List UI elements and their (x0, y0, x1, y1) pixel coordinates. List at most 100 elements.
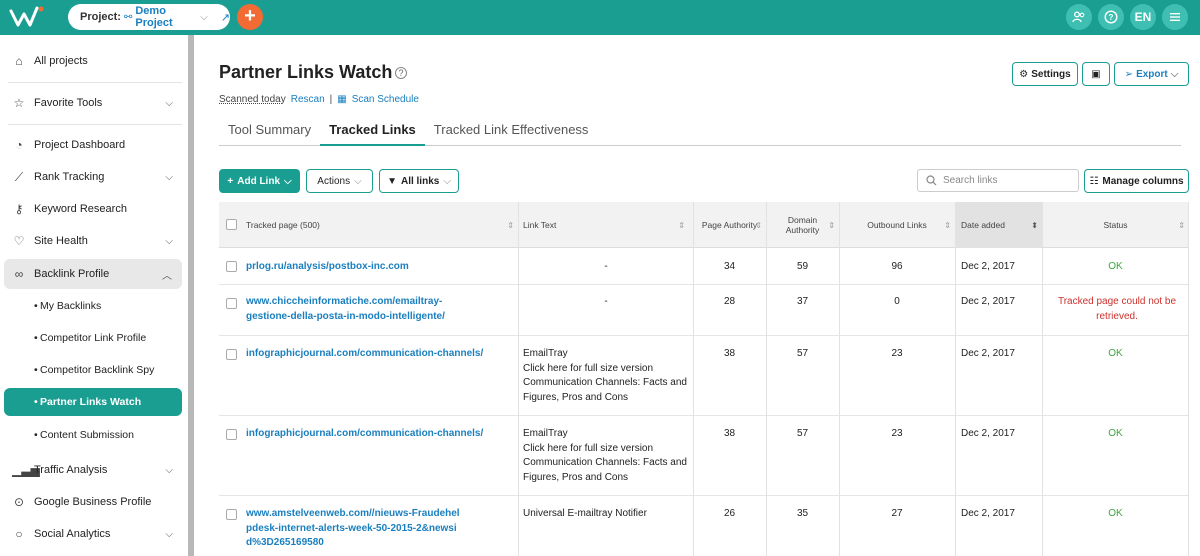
tracked-page-link[interactable]: www.chiccheinformatiche.com/emailtray-ge… (246, 295, 456, 324)
sidebar-item-keyword-research[interactable]: ⚷ Keyword Research (0, 194, 183, 224)
project-selector[interactable]: Project: ⚯ Demo Project ⌵ ↗ (68, 4, 230, 30)
sidebar-item-google-business-profile[interactable]: ⊙ Google Business Profile (0, 487, 183, 517)
tab-tracked-links[interactable]: Tracked Links (320, 119, 425, 146)
sidebar-subitem-label: Content Submission (40, 429, 134, 441)
manage-columns-label: Manage columns (1102, 175, 1184, 187)
column-divider (693, 202, 694, 556)
users-icon[interactable] (1066, 4, 1092, 30)
header-date-added[interactable]: Date added ⬍ (955, 202, 1042, 248)
table-row[interactable]: www.chiccheinformatiche.com/emailtray-ge… (219, 285, 1189, 336)
tracked-page-link[interactable]: infographicjournal.com/communication-cha… (246, 347, 516, 362)
project-label: Project: (80, 11, 121, 23)
row-checkbox[interactable] (226, 509, 237, 520)
sidebar-item-site-health[interactable]: ♡ Site Health ⌵ (0, 226, 183, 256)
sidebar-item-favorite-tools[interactable]: ☆ Favorite Tools ⌵ (0, 88, 183, 118)
header-page-authority[interactable]: Page Authority ⇕ (693, 202, 766, 248)
chevron-down-icon: ⌵ (354, 175, 362, 187)
table-row[interactable]: www.amstelveenweb.com//nieuws-Fraudehelp… (219, 496, 1189, 556)
date-added: Dec 2, 2017 (961, 508, 1015, 519)
filter-icon: ▼ (387, 175, 397, 187)
header-outbound-links[interactable]: Outbound Links ⇕ (839, 202, 955, 248)
row-checkbox[interactable] (226, 261, 237, 272)
dashboard-icon: ◔ (15, 138, 23, 152)
filter-dropdown[interactable]: ▼ All links ⌵ (379, 169, 459, 193)
chevron-up-icon: ︿ (162, 270, 172, 282)
sidebar-item-social-analytics[interactable]: ○ Social Analytics ⌵ (0, 519, 183, 549)
sidebar-item-project-dashboard[interactable]: ◔ Project Dashboard (0, 130, 183, 160)
tab-tracked-link-effectiveness[interactable]: Tracked Link Effectiveness (425, 119, 598, 146)
search-input[interactable] (943, 175, 1073, 186)
table-row[interactable]: prlog.ru/analysis/postbox-inc.com - 34 5… (219, 248, 1189, 285)
calendar-icon: ▦ (337, 94, 347, 105)
table-row[interactable]: infographicjournal.com/communication-cha… (219, 336, 1189, 416)
row-checkbox[interactable] (226, 429, 237, 440)
rescan-link[interactable]: Rescan (291, 94, 325, 105)
column-divider (766, 202, 767, 556)
header-domain-authority[interactable]: Domain Authority ⇕ (766, 202, 839, 248)
chart-line-icon: ⟋ (14, 169, 24, 184)
sidebar-subitem-content-submission[interactable]: Content Submission (4, 421, 182, 449)
help-icon[interactable]: ? (1098, 4, 1124, 30)
sidebar-item-rank-tracking[interactable]: ⟋ Rank Tracking ⌵ (0, 162, 183, 192)
tab-bar: Tool Summary Tracked Links Tracked Link … (219, 119, 1181, 146)
language-selector[interactable]: EN (1130, 4, 1156, 30)
menu-icon[interactable] (1162, 4, 1188, 30)
row-checkbox[interactable] (226, 298, 237, 309)
table-header: Tracked page (500) ⇕ Link Text ⇕ Page Au… (219, 202, 1189, 248)
outbound-links: 23 (891, 428, 903, 439)
export-label: Export (1136, 68, 1168, 80)
chevron-down-icon: ⌵ (443, 175, 451, 187)
link-icon: ∞ (14, 267, 24, 281)
divider (8, 82, 182, 83)
sort-desc-icon: ⬍ (1031, 220, 1038, 230)
tab-tool-summary[interactable]: Tool Summary (219, 119, 320, 146)
add-link-button[interactable]: + Add Link ⌵ (219, 169, 300, 193)
tracked-page-link[interactable]: infographicjournal.com/communication-cha… (246, 427, 516, 442)
logo-icon[interactable] (9, 5, 45, 29)
sidebar-scrollbar[interactable] (188, 35, 194, 556)
sidebar-item-backlink-profile[interactable]: ∞ Backlink Profile ︿ (4, 259, 182, 289)
tracked-page-link[interactable]: prlog.ru/analysis/postbox-inc.com (246, 260, 516, 275)
page-authority: 26 (723, 508, 736, 519)
sidebar-subitem-competitor-backlink-spy[interactable]: Competitor Backlink Spy (4, 356, 182, 384)
sidebar-item-all-projects[interactable]: ⌂ All projects (0, 46, 183, 76)
settings-button[interactable]: ⚙ Settings (1012, 62, 1078, 86)
help-icon[interactable]: ? (395, 67, 407, 79)
outbound-links: 23 (891, 348, 903, 359)
sidebar-subitem-partner-links-watch[interactable]: Partner Links Watch (4, 388, 182, 416)
select-all-checkbox[interactable] (226, 219, 237, 230)
header-tracked-page[interactable]: Tracked page (500) ⇕ (246, 202, 518, 248)
header-status[interactable]: Status ⇕ (1042, 202, 1189, 248)
status-badge: OK (1108, 428, 1123, 439)
sidebar-subitem-competitor-link-profile[interactable]: Competitor Link Profile (4, 324, 182, 352)
actions-dropdown[interactable]: Actions ⌵ (306, 169, 373, 193)
external-link-icon[interactable]: ↗ (221, 11, 230, 24)
top-bar: Project: ⚯ Demo Project ⌵ ↗ + ? EN (0, 0, 1200, 35)
row-checkbox[interactable] (226, 349, 237, 360)
sidebar-item-label: Project Dashboard (34, 139, 126, 151)
separator: | (329, 94, 333, 105)
main-content: Partner Links Watch ? Scanned today Resc… (195, 35, 1200, 556)
svg-text:?: ? (1109, 13, 1114, 22)
sidebar-subitem-label: Competitor Link Profile (40, 332, 147, 344)
sidebar-item-traffic-analysis[interactable]: ▁▃▅ Traffic Analysis ⌵ (0, 455, 183, 485)
columns-icon: ☷ (1089, 175, 1099, 187)
export-button[interactable]: ➢ Export ⌵ (1114, 62, 1189, 86)
header-link-text[interactable]: Link Text ⇕ (523, 202, 689, 248)
chevron-down-icon: ⌵ (165, 464, 173, 476)
chevron-down-icon: ⌵ (200, 11, 208, 23)
sidebar-item-label: Keyword Research (34, 203, 127, 215)
chevron-down-icon: ⌵ (165, 171, 173, 183)
share-icon: ⚯ (123, 11, 133, 23)
add-link-label: Add Link (237, 175, 281, 187)
calendar-button[interactable]: ▣ (1082, 62, 1110, 86)
table-row[interactable]: infographicjournal.com/communication-cha… (219, 416, 1189, 496)
manage-columns-button[interactable]: ☷ Manage columns (1084, 169, 1189, 193)
tracked-page-link[interactable]: www.amstelveenweb.com//nieuws-Fraudehelp… (246, 507, 461, 551)
sidebar-subitem-my-backlinks[interactable]: My Backlinks (4, 292, 182, 320)
add-button[interactable]: + (237, 4, 263, 30)
domain-authority: 35 (796, 508, 809, 519)
domain-authority: 59 (796, 261, 809, 272)
scan-schedule-link[interactable]: Scan Schedule (352, 94, 419, 105)
status-badge: OK (1108, 348, 1123, 359)
